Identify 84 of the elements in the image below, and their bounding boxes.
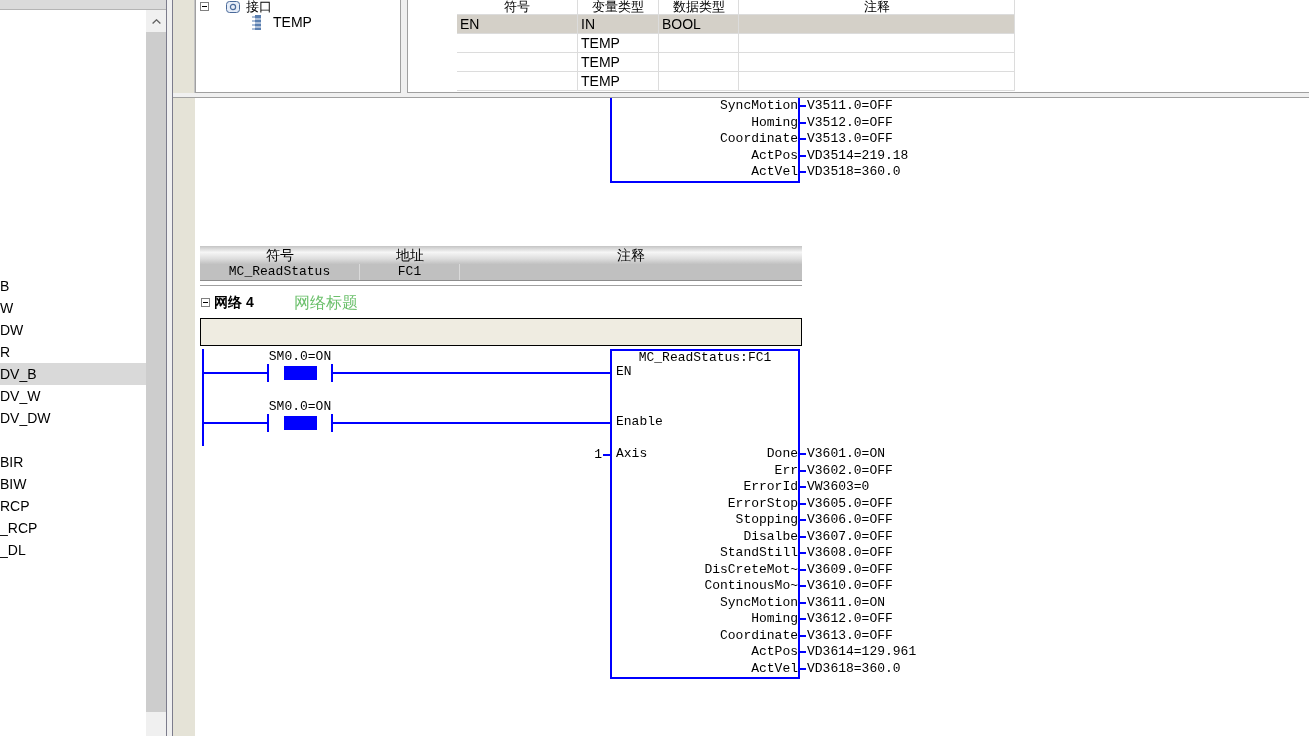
rung-wire [204, 422, 267, 424]
output-pin-label: SyncMotion [720, 594, 798, 611]
output-pin-label: ActPos [751, 147, 798, 164]
comment-field[interactable] [200, 318, 802, 346]
table-cell: TEMP [581, 73, 620, 89]
table-cell: TEMP [581, 54, 620, 70]
output-value: V3606.0=OFF [807, 512, 893, 529]
output-pin-label: ActPos [751, 644, 798, 661]
output-value: V3513.0=OFF [807, 131, 893, 148]
list-item[interactable]: BIR [0, 451, 24, 473]
output-value: V3611.0=ON [807, 594, 885, 611]
output-pin-label: Homing [751, 611, 798, 628]
output-value: V3609.0=OFF [807, 561, 893, 578]
output-value: VD3618=360.0 [807, 660, 901, 677]
input-pin-label: Axis [615, 446, 648, 463]
chevron-up-icon [151, 18, 161, 24]
column-header: 地址 [396, 247, 424, 263]
contact-address: SM0.0=ON [268, 350, 332, 364]
output-pin-label: Stopping [735, 512, 798, 529]
table-cell: EN [460, 16, 480, 32]
output-value: V3512.0=OFF [807, 114, 893, 131]
list-item[interactable]: BIW [0, 473, 27, 495]
collapse-icon[interactable] [200, 2, 209, 11]
output-value: VW3603=0 [807, 479, 870, 496]
output-pin-label: ErrorStop [727, 495, 798, 512]
rung-wire [204, 372, 267, 374]
output-pin-label: StandStill [720, 545, 798, 562]
block-title: MC_ReadStatus:FC1 [638, 351, 772, 364]
output-pin-label: ErrorId [743, 479, 798, 496]
table-cell: TEMP [581, 35, 620, 51]
param-value: 1 [594, 447, 602, 464]
table-cell: IN [581, 16, 595, 32]
input-pin-label: EN [615, 364, 632, 380]
tree-item[interactable]: TEMP [273, 14, 312, 30]
output-value: V3613.0=OFF [807, 627, 893, 644]
output-pin-label: SyncMotion [720, 98, 798, 115]
table-row[interactable]: TEMP [457, 72, 1015, 91]
input-pin-label: Enable [615, 414, 663, 430]
output-pin-label: Coordinate [720, 131, 798, 148]
list-item[interactable]: W [0, 297, 14, 319]
ring-icon [226, 0, 240, 13]
table-row[interactable]: EN IN BOOL [457, 15, 1015, 34]
list-item[interactable]: R [0, 341, 11, 363]
table-row[interactable]: TEMP [457, 53, 1015, 72]
list-item[interactable]: RCP [0, 495, 30, 517]
output-pin-label: ActVel [751, 660, 798, 677]
output-pin-label: DisCreteMot~ [704, 561, 798, 578]
splitter[interactable] [166, 0, 173, 736]
table-row[interactable]: TEMP [457, 34, 1015, 53]
list-item[interactable]: DV_B [0, 363, 146, 385]
network-label: 网络 4 [214, 294, 254, 311]
output-pin-label: Coordinate [720, 627, 798, 644]
output-value: V3602.0=OFF [807, 462, 893, 479]
contact-address: SM0.0=ON [268, 400, 332, 414]
list-item[interactable]: _RCP [0, 517, 38, 539]
table-cell: BOOL [662, 16, 701, 32]
output-value: VD3518=360.0 [807, 164, 901, 181]
column-header: 符号 [266, 247, 294, 263]
table-cell: FC1 [397, 264, 422, 279]
table-cell: MC_ReadStatus [228, 264, 331, 279]
output-value: V3612.0=OFF [807, 611, 893, 628]
list-item[interactable]: DV_W [0, 385, 41, 407]
output-value: V3511.0=OFF [807, 98, 893, 115]
output-value: VD3614=129.961 [807, 644, 917, 661]
output-value: V3607.0=OFF [807, 528, 893, 545]
output-pin-label: Done [766, 446, 798, 463]
collapse-icon[interactable] [201, 298, 210, 307]
list-item[interactable]: DV_DW [0, 407, 51, 429]
output-pin-label: ContinousMo~ [704, 578, 798, 595]
output-value: V3605.0=OFF [807, 495, 893, 512]
output-value: V3608.0=OFF [807, 545, 893, 562]
list-item[interactable]: B [0, 275, 10, 297]
output-value: V3601.0=ON [807, 446, 885, 463]
output-pin-label: ActVel [751, 164, 798, 181]
column-header: 注释 [617, 247, 645, 263]
output-value: V3610.0=OFF [807, 578, 893, 595]
output-pin-label: Disalbe [743, 528, 798, 545]
column-icon [252, 14, 263, 30]
list-item[interactable]: _DL [0, 539, 26, 561]
tree-item[interactable]: 接口 [246, 0, 272, 13]
output-pin-label: Err [774, 462, 798, 479]
list-item[interactable]: DW [0, 319, 24, 341]
output-pin-label: Homing [751, 114, 798, 131]
output-value: VD3514=219.18 [807, 147, 909, 164]
